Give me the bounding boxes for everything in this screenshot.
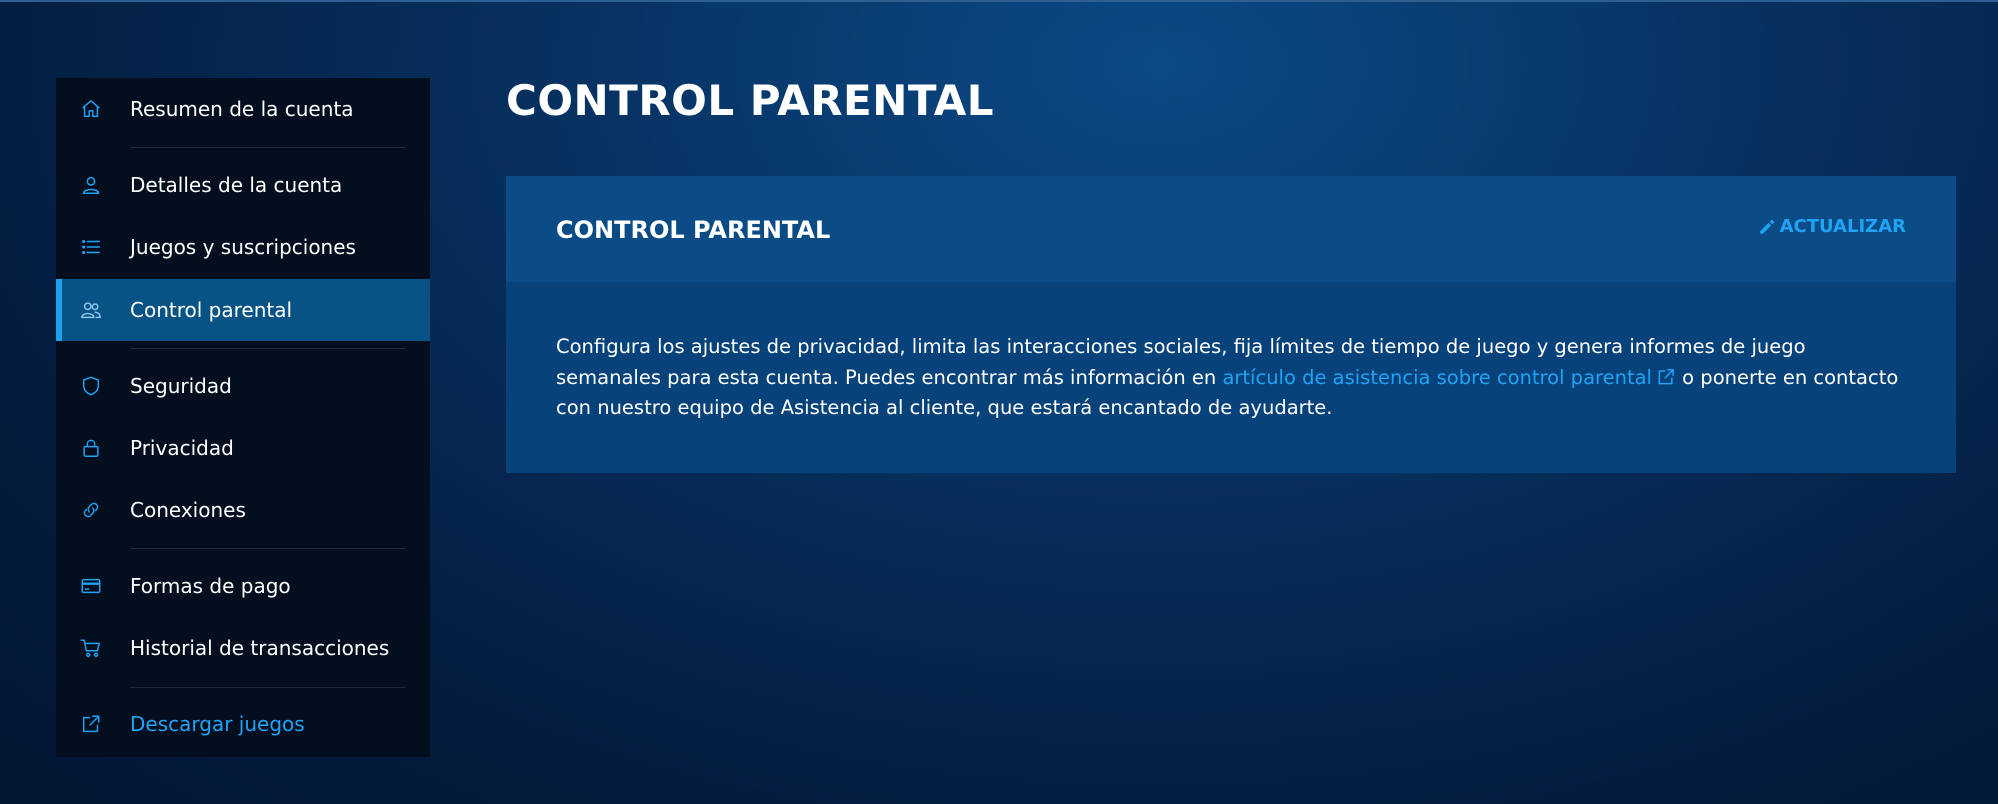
sidebar-item-security[interactable]: Seguridad [56, 355, 430, 417]
sidebar-item-label: Descargar juegos [130, 712, 305, 736]
sidebar-item-label: Privacidad [130, 436, 234, 460]
sidebar-divider [130, 687, 405, 688]
sidebar-item-label: Resumen de la cuenta [130, 97, 354, 121]
parental-control-card: CONTROL PARENTAL ACTUALIZAR Configura lo… [506, 176, 1956, 473]
external-link-icon [79, 712, 103, 736]
sidebar-item-account-details[interactable]: Detalles de la cuenta [56, 154, 430, 216]
update-button[interactable]: ACTUALIZAR [1758, 216, 1906, 237]
support-article-link[interactable]: artículo de asistencia sobre control par… [1222, 366, 1676, 389]
sidebar-item-label: Historial de transacciones [130, 636, 390, 660]
cart-icon [79, 636, 103, 660]
page-title: CONTROL PARENTAL [506, 76, 995, 125]
sidebar-item-parental-control[interactable]: Control parental [56, 279, 430, 341]
sidebar-item-payment-methods[interactable]: Formas de pago [56, 555, 430, 617]
external-link-icon [1658, 368, 1674, 384]
sidebar-divider [130, 348, 405, 349]
sidebar-item-label: Detalles de la cuenta [130, 173, 343, 197]
sidebar-item-label: Juegos y suscripciones [130, 235, 356, 259]
sidebar-item-privacy[interactable]: Privacidad [56, 417, 430, 479]
credit-card-icon [79, 574, 103, 598]
link-icon [79, 498, 103, 522]
sidebar-item-account-overview[interactable]: Resumen de la cuenta [56, 78, 430, 140]
list-icon [79, 235, 103, 259]
sidebar-item-games-subscriptions[interactable]: Juegos y suscripciones [56, 216, 430, 278]
home-icon [79, 97, 103, 121]
pencil-icon [1758, 218, 1780, 236]
update-label: ACTUALIZAR [1779, 216, 1906, 237]
sidebar-item-label: Formas de pago [130, 574, 291, 598]
card-header: CONTROL PARENTAL ACTUALIZAR [506, 176, 1956, 282]
users-icon [79, 298, 103, 322]
sidebar-item-label: Control parental [130, 298, 293, 322]
card-title: CONTROL PARENTAL [556, 216, 831, 244]
sidebar-item-download-games[interactable]: Descargar juegos [56, 693, 430, 755]
support-article-link-text: artículo de asistencia sobre control par… [1222, 365, 1652, 389]
sidebar-item-transaction-history[interactable]: Historial de transacciones [56, 617, 430, 679]
top-border [0, 0, 1998, 2]
shield-icon [79, 374, 103, 398]
sidebar-item-label: Seguridad [130, 374, 232, 398]
sidebar-item-label: Conexiones [130, 498, 246, 522]
sidebar-divider [130, 147, 405, 148]
lock-icon [79, 436, 103, 460]
sidebar-divider [130, 548, 405, 549]
sidebar-nav: Resumen de la cuenta Detalles de la cuen… [56, 78, 430, 757]
card-description: Configura los ajustes de privacidad, lim… [556, 332, 1906, 424]
user-icon [79, 173, 103, 197]
sidebar-item-connections[interactable]: Conexiones [56, 479, 430, 541]
